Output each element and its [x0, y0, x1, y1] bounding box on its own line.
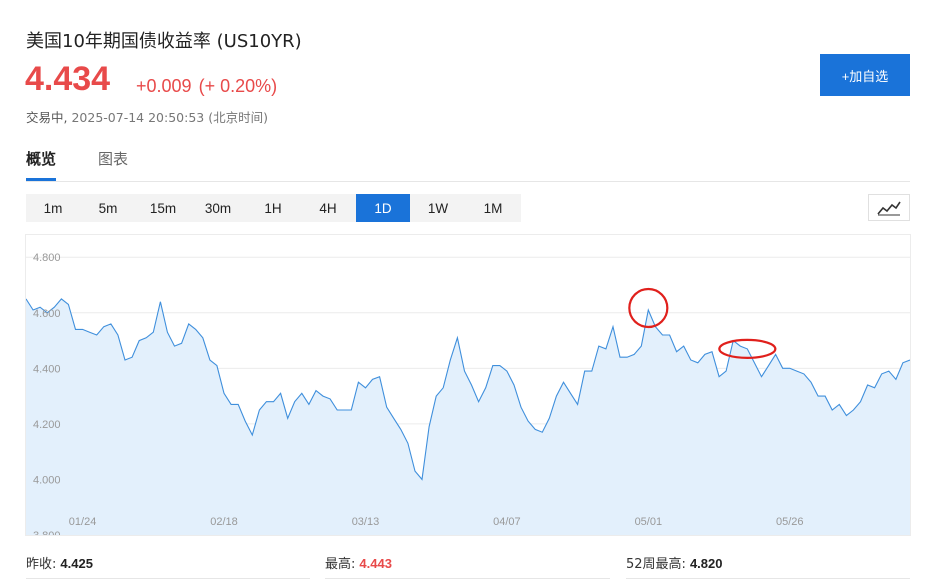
- line-chart-icon: [877, 201, 901, 215]
- y-tick-label: 3.800: [33, 530, 61, 535]
- trading-status: 交易中, 2025-07-14 20:50:53 (北京时间): [26, 107, 268, 126]
- page-title: 美国10年期国债收益率 (US10YR): [26, 31, 302, 52]
- period-1h[interactable]: 1H: [246, 194, 300, 222]
- x-tick-label: 04/07: [493, 516, 521, 528]
- week52-high-value: 4.820: [689, 556, 723, 571]
- high-label: 最高:: [325, 557, 356, 572]
- y-tick-label: 4.800: [33, 252, 61, 264]
- stat-high: 最高: 4.443: [325, 553, 392, 572]
- status-label: 交易中,: [26, 110, 68, 125]
- price-chart-svg: 3.800 4.000 4.200 4.400 4.600 4.800 01/24 02/18…: [25, 252, 943, 542]
- divider: [325, 578, 610, 579]
- period-30m[interactable]: 30m: [191, 194, 245, 222]
- prev-close-value: 4.425: [60, 556, 93, 571]
- period-1d[interactable]: 1D: [356, 194, 410, 222]
- chart-type-button[interactable]: [868, 194, 910, 221]
- tab-chart[interactable]: 图表: [98, 148, 128, 178]
- add-to-watchlist-button[interactable]: +加自选: [820, 54, 910, 96]
- period-15m[interactable]: 15m: [136, 194, 190, 222]
- area-fill: [26, 298, 910, 535]
- tab-bar: 概览 图表: [26, 148, 910, 182]
- stat-prev-close: 昨收: 4.425: [26, 553, 93, 572]
- y-tick-label: 4.600: [33, 308, 61, 320]
- price-change: +0.009 (+ 0.20%): [136, 76, 279, 97]
- period-1mo[interactable]: 1M: [466, 194, 520, 222]
- x-tick-label: 02/18: [210, 516, 238, 528]
- divider: [626, 578, 910, 579]
- period-5m[interactable]: 5m: [81, 194, 135, 222]
- period-selector: 1m 5m 15m 30m 1H 4H 1D 1W 1M: [26, 194, 521, 222]
- tab-overview[interactable]: 概览: [26, 148, 57, 181]
- period-1m[interactable]: 1m: [26, 194, 80, 222]
- y-tick-label: 4.400: [33, 363, 61, 375]
- period-1w[interactable]: 1W: [411, 194, 465, 222]
- period-4h[interactable]: 4H: [301, 194, 355, 222]
- x-tick-label: 03/13: [352, 516, 380, 528]
- prev-close-label: 昨收:: [26, 557, 57, 572]
- current-price: 4.434: [25, 60, 111, 98]
- status-timestamp: 2025-07-14 20:50:53 (北京时间): [71, 110, 268, 125]
- change-percent: (+ 0.20%): [198, 76, 278, 96]
- y-tick-label: 4.000: [33, 474, 61, 486]
- y-tick-label: 4.200: [33, 419, 61, 431]
- high-value: 4.443: [359, 556, 392, 571]
- change-value: +0.009: [136, 76, 192, 96]
- x-tick-label: 05/26: [776, 516, 804, 528]
- stat-52w-high: 52周最高: 4.820: [626, 553, 722, 572]
- x-tick-label: 01/24: [69, 516, 97, 528]
- week52-high-label: 52周最高:: [626, 557, 686, 572]
- price-chart[interactable]: 3.800 4.000 4.200 4.400 4.600 4.800 01/24 02/18…: [25, 234, 943, 542]
- x-tick-label: 05/01: [635, 516, 663, 528]
- divider: [26, 578, 310, 579]
